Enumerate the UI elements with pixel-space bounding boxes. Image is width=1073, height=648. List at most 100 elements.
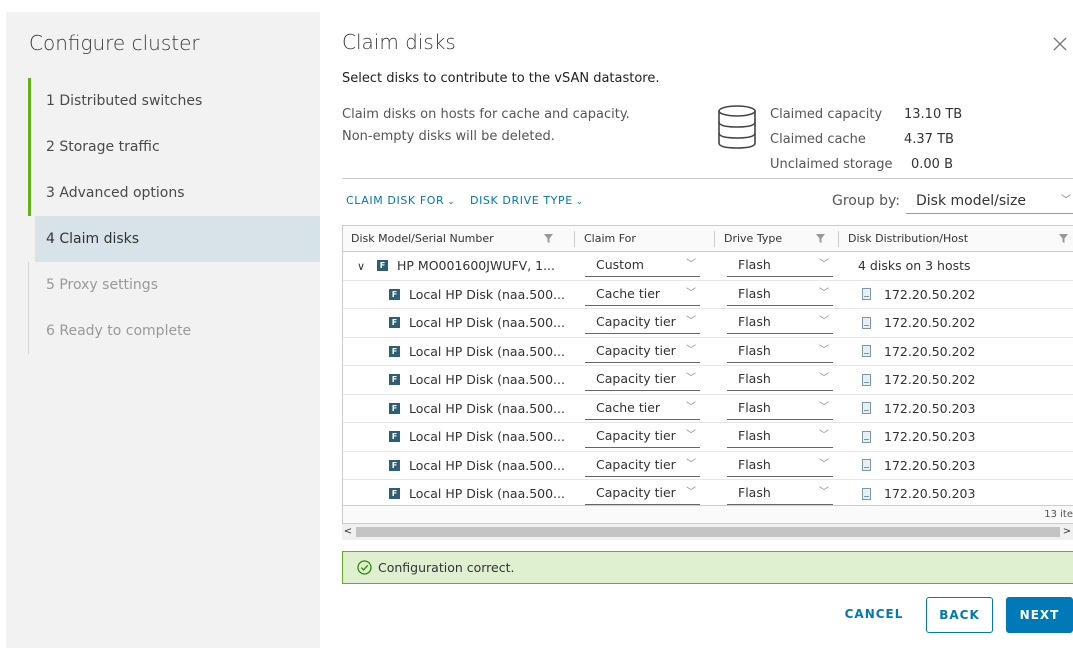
chevron-down-icon: ﹀ bbox=[819, 287, 829, 299]
chevron-down-icon: ﹀ bbox=[819, 259, 829, 270]
chevron-down-icon: ﹀ bbox=[686, 458, 696, 470]
filter-icon[interactable] bbox=[816, 234, 825, 243]
disk-name: Local HP Disk (naa.500... bbox=[409, 486, 565, 501]
claimed-capacity-label: Claimed capacity bbox=[770, 107, 883, 122]
host-icon bbox=[862, 345, 871, 357]
column-header-claim-for[interactable]: Claim For bbox=[576, 226, 636, 252]
column-separator[interactable] bbox=[714, 231, 715, 247]
status-alert: Configuration correct. bbox=[342, 551, 1073, 584]
host-icon bbox=[862, 402, 871, 414]
chevron-left-icon[interactable]: < bbox=[342, 524, 354, 540]
chevron-right-icon[interactable]: > bbox=[1061, 524, 1073, 540]
filter-icon[interactable] bbox=[544, 234, 553, 243]
table-row[interactable]: F Local HP Disk (naa.500... Cache tier ﹀ F… bbox=[343, 395, 1073, 423]
disk-badge-icon: F bbox=[389, 317, 400, 328]
claim-for-select[interactable]: Cache tier ﹀ bbox=[585, 284, 700, 306]
table-row[interactable]: F Local HP Disk (naa.500... Cache tier ﹀ F… bbox=[343, 281, 1073, 309]
step-advanced-options[interactable]: 3 Advanced options bbox=[28, 170, 320, 216]
host-address: 172.20.50.203 bbox=[884, 486, 976, 501]
chevron-down-icon: ﹀ bbox=[686, 259, 696, 270]
claim-for-value: Capacity tier bbox=[596, 428, 676, 443]
host-icon bbox=[862, 373, 871, 386]
horizontal-scrollbar[interactable]: < > bbox=[342, 524, 1073, 540]
drive-type-select[interactable]: Flash ﹀ bbox=[727, 341, 833, 363]
claim-for-select[interactable]: Cache tier ﹀ bbox=[585, 398, 700, 420]
drive-type-select[interactable]: Flash ﹀ bbox=[727, 284, 833, 306]
chevron-down-icon: ﹀ bbox=[819, 316, 829, 327]
step-distributed-switches[interactable]: 1 Distributed switches bbox=[28, 78, 320, 124]
claim-for-select[interactable]: Capacity tier ﹀ bbox=[585, 483, 700, 505]
claim-for-select[interactable]: Capacity tier ﹀ bbox=[585, 426, 700, 448]
step-ready-to-complete: 6 Ready to complete bbox=[28, 308, 320, 354]
column-header-drive-type[interactable]: Drive Type bbox=[716, 226, 782, 252]
drive-type-select[interactable]: Flash ﹀ bbox=[727, 426, 833, 448]
table-row[interactable]: F Local HP Disk (naa.500... Capacity tier… bbox=[343, 309, 1073, 338]
disk-badge-icon: F bbox=[389, 288, 400, 300]
chevron-down-icon: ﹀ bbox=[686, 344, 696, 356]
group-row[interactable]: ∨ F HP MO001600JWUFV, 1... Custom ﹀ Flash ﹀ … bbox=[343, 252, 1073, 281]
close-icon[interactable] bbox=[1052, 36, 1068, 52]
table-row[interactable]: F Local HP Disk (naa.500... Capacity tier… bbox=[343, 452, 1073, 480]
drive-type-select[interactable]: Flash ﹀ bbox=[727, 483, 833, 505]
drive-type-select[interactable]: Flash ﹀ bbox=[727, 369, 833, 391]
group-by-select[interactable]: Disk model/size ﹀ bbox=[906, 188, 1073, 214]
column-header-disk-model[interactable]: Disk Model/Serial Number bbox=[343, 226, 494, 252]
drive-type-select[interactable]: Flash ﹀ bbox=[727, 398, 833, 420]
step-label: 3 Advanced options bbox=[46, 185, 185, 201]
expand-icon[interactable]: ∨ bbox=[357, 253, 367, 280]
disk-name: Local HP Disk (naa.500... bbox=[409, 429, 565, 444]
claim-for-select[interactable]: Capacity tier ﹀ bbox=[585, 312, 700, 334]
step-claim-disks[interactable]: 4 Claim disks bbox=[35, 216, 320, 262]
drive-type-select[interactable]: Flash ﹀ bbox=[727, 255, 833, 277]
table-row[interactable]: F Local HP Disk (naa.500... Capacity tier… bbox=[343, 423, 1073, 452]
chevron-down-icon: ﹀ bbox=[686, 401, 696, 413]
claim-disk-for-menu[interactable]: CLAIM DISK FOR ⌄ bbox=[346, 194, 455, 207]
claim-for-select[interactable]: Capacity tier ﹀ bbox=[585, 369, 700, 391]
column-separator[interactable] bbox=[838, 231, 839, 247]
host-icon bbox=[862, 316, 871, 329]
host-icon bbox=[862, 487, 871, 500]
drive-type-select[interactable]: Flash ﹀ bbox=[727, 312, 833, 334]
scrollbar-thumb[interactable] bbox=[356, 527, 1060, 537]
disk-name: Local HP Disk (naa.500... bbox=[409, 286, 565, 302]
claim-for-select[interactable]: Custom ﹀ bbox=[585, 255, 700, 277]
column-separator[interactable] bbox=[574, 231, 575, 247]
chevron-down-icon: ﹀ bbox=[819, 373, 829, 384]
disk-drive-type-menu[interactable]: DISK DRIVE TYPE ⌄ bbox=[470, 194, 584, 207]
unclaimed-storage-value: 0.00 B bbox=[911, 157, 953, 172]
chevron-down-icon: ﹀ bbox=[686, 373, 696, 384]
drive-type-value: Flash bbox=[738, 257, 771, 272]
alert-text: Configuration correct. bbox=[378, 560, 515, 575]
disk-model-name: HP MO001600JWUFV, 1... bbox=[397, 258, 556, 273]
claim-for-value: Cache tier bbox=[596, 399, 661, 415]
divider bbox=[342, 178, 1073, 179]
filter-icon[interactable] bbox=[1059, 234, 1068, 243]
disk-badge-icon: F bbox=[389, 374, 400, 385]
database-icon bbox=[718, 105, 756, 149]
chevron-down-icon: ﹀ bbox=[819, 401, 829, 413]
column-header-distribution[interactable]: Disk Distribution/Host bbox=[840, 226, 968, 252]
page-subtitle: Select disks to contribute to the vSAN d… bbox=[342, 71, 660, 86]
step-storage-traffic[interactable]: 2 Storage traffic bbox=[28, 124, 320, 170]
drive-type-select[interactable]: Flash ﹀ bbox=[727, 455, 833, 477]
table-row[interactable]: F Local HP Disk (naa.500... Capacity tier… bbox=[343, 366, 1073, 395]
host-icon bbox=[862, 459, 871, 471]
claim-for-value: Capacity tier bbox=[596, 371, 676, 386]
host-address: 172.20.50.202 bbox=[884, 286, 976, 302]
disk-badge-icon: F bbox=[389, 431, 400, 442]
back-button[interactable]: BACK bbox=[926, 597, 993, 633]
claim-for-value: Capacity tier bbox=[596, 456, 676, 472]
disk-name: Local HP Disk (naa.500... bbox=[409, 315, 565, 330]
chevron-down-icon: ﹀ bbox=[686, 430, 696, 441]
claimed-cache-label: Claimed cache bbox=[770, 132, 866, 147]
claim-for-select[interactable]: Capacity tier ﹀ bbox=[585, 455, 700, 477]
step-label: 1 Distributed switches bbox=[46, 93, 203, 109]
claim-for-select[interactable]: Capacity tier ﹀ bbox=[585, 341, 700, 363]
disk-name: Local HP Disk (naa.500... bbox=[409, 343, 565, 359]
chevron-down-icon: ﹀ bbox=[1061, 195, 1071, 206]
next-button[interactable]: NEXT bbox=[1006, 597, 1073, 633]
drive-type-value: Flash bbox=[738, 456, 771, 472]
cancel-button[interactable]: CANCEL bbox=[835, 597, 913, 633]
check-circle-icon bbox=[357, 560, 372, 575]
table-row[interactable]: F Local HP Disk (naa.500... Capacity tier… bbox=[343, 338, 1073, 366]
